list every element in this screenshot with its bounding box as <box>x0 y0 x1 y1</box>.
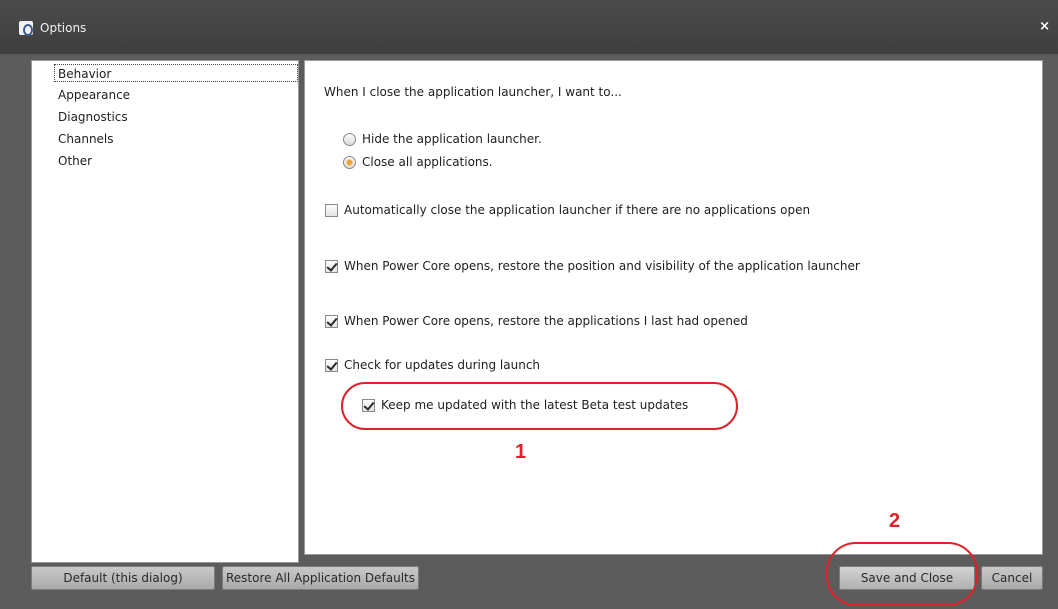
app-icon <box>19 21 33 36</box>
radio-button-selected[interactable] <box>343 156 356 169</box>
title-bar: Options × <box>0 0 1058 54</box>
nav-item-appearance[interactable]: Appearance <box>58 86 130 104</box>
default-dialog-button[interactable]: Default (this dialog) <box>31 566 215 590</box>
nav-item-behavior[interactable]: Behavior <box>54 64 298 82</box>
nav-item-diagnostics[interactable]: Diagnostics <box>58 108 128 126</box>
window-title: Options <box>40 21 87 35</box>
checkbox-label: Check for updates during launch <box>344 358 541 372</box>
radio-label: Close all applications. <box>362 155 493 169</box>
highlight-ellipse-beta <box>341 382 738 430</box>
checkbox-label: Automatically close the application laun… <box>344 203 811 217</box>
annotation-number-1: 1 <box>515 441 527 463</box>
radio-button[interactable] <box>343 133 356 146</box>
checkbox[interactable] <box>325 260 338 273</box>
checkbox-label: When Power Core opens, restore the appli… <box>344 314 748 328</box>
checkbox-label: When Power Core opens, restore the posit… <box>344 259 860 273</box>
nav-item-other[interactable]: Other <box>58 152 92 170</box>
radio-label: Hide the application launcher. <box>362 132 542 146</box>
checkbox[interactable] <box>325 315 338 328</box>
cancel-button[interactable]: Cancel <box>981 566 1043 590</box>
checkbox[interactable] <box>325 204 338 217</box>
checkbox[interactable] <box>325 359 338 372</box>
close-icon[interactable]: × <box>1039 19 1050 34</box>
highlight-ellipse-save <box>826 542 978 606</box>
behavior-settings-panel: When I close the application launcher, I… <box>304 60 1043 555</box>
options-category-list: Behavior Appearance Diagnostics Channels… <box>31 60 299 563</box>
nav-item-channels[interactable]: Channels <box>58 130 114 148</box>
restore-all-defaults-button[interactable]: Restore All Application Defaults <box>222 566 419 590</box>
annotation-number-2: 2 <box>889 510 901 532</box>
close-behavior-prompt: When I close the application launcher, I… <box>324 85 622 99</box>
